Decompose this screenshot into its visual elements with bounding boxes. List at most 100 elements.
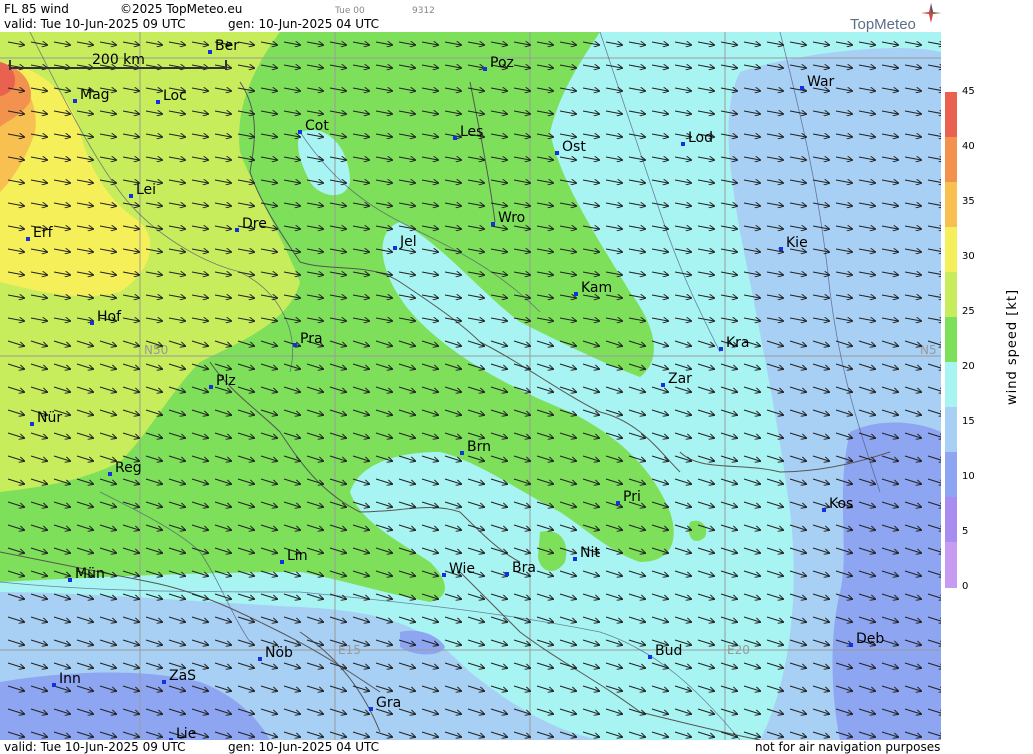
city-label: Kra	[726, 335, 750, 351]
city-label: Hof	[97, 309, 122, 325]
legend-tick-label: 5	[962, 526, 969, 537]
city-label: Brn	[467, 439, 491, 455]
city-label: Ost	[562, 139, 586, 155]
legend-tick-label: 25	[962, 306, 975, 317]
city-label: Wie	[449, 561, 475, 577]
color-bar-segment	[945, 542, 957, 588]
valid-time: valid: Tue 10-Jun-2025 09 UTC	[4, 17, 186, 31]
city-label: Lei	[136, 182, 156, 198]
footer-notice: not for air navigation purposes	[755, 740, 941, 754]
city-label: Zar	[668, 371, 692, 387]
footer-gen: gen: 10-Jun-2025 04 UTC	[228, 740, 380, 754]
city-label: Inn	[59, 671, 81, 687]
city-marker	[491, 222, 495, 226]
legend-title: wind speed [kt]	[1005, 288, 1020, 405]
city-label: Kos	[829, 496, 853, 512]
city-marker	[800, 86, 804, 90]
city-label: Dre	[242, 216, 267, 232]
legend-tick-label: 0	[962, 581, 969, 592]
city-label: Reg	[115, 460, 142, 476]
city-marker	[298, 130, 302, 134]
color-bar-segment	[945, 452, 957, 498]
grid-label-n5: N5	[920, 343, 937, 357]
city-marker	[483, 67, 487, 71]
frame-label: Tue 00	[335, 6, 365, 16]
city-marker	[73, 99, 77, 103]
wind-map[interactable]: N50 N5 E15 E20 200 km Ber Poz War Mag Loc Cot…	[0, 32, 941, 740]
city-marker	[505, 572, 509, 576]
city-marker	[779, 247, 783, 251]
color-bar-segment	[945, 182, 957, 228]
city-marker	[661, 383, 665, 387]
city-label: Gra	[376, 695, 401, 711]
city-marker	[90, 321, 94, 325]
city-label: Lod	[688, 130, 713, 146]
city-label: Deb	[856, 631, 884, 647]
city-label: War	[807, 74, 835, 90]
city-label: Lin	[287, 548, 308, 564]
footer-valid: valid: Tue 10-Jun-2025 09 UTC	[4, 740, 186, 754]
city-marker	[849, 643, 853, 647]
city-label: Nür	[37, 410, 62, 426]
city-marker	[162, 680, 166, 684]
city-marker	[453, 136, 457, 140]
city-label: Wro	[498, 210, 525, 226]
city-marker	[573, 557, 577, 561]
city-marker	[681, 142, 685, 146]
city-label: Poz	[490, 55, 514, 71]
city-marker	[369, 707, 373, 711]
city-marker	[460, 451, 464, 455]
city-label: Bra	[512, 560, 536, 576]
city-label: Nöb	[265, 645, 293, 661]
city-marker	[393, 246, 397, 250]
grid-label-e15: E15	[338, 643, 361, 657]
color-bar-segment	[945, 407, 957, 453]
color-bar-segment	[945, 92, 957, 138]
city-label: Mün	[75, 566, 105, 582]
topmeteo-logo: TopMeteo	[850, 16, 916, 33]
color-bar	[945, 92, 957, 588]
city-marker	[26, 237, 30, 241]
city-label: Bud	[655, 643, 682, 659]
product-title: FL 85 wind	[4, 2, 69, 16]
city-label: Ber	[215, 38, 239, 54]
color-bar-segment	[945, 137, 957, 183]
wind-field-svg: N50 N5 E15 E20 200 km Ber Poz War Mag Loc Cot…	[0, 32, 941, 740]
city-marker	[108, 472, 112, 476]
city-marker	[555, 151, 559, 155]
city-label: Lie	[176, 726, 196, 740]
city-marker	[52, 683, 56, 687]
city-label: Erf	[33, 225, 54, 241]
city-marker	[235, 228, 239, 232]
city-marker	[719, 347, 723, 351]
city-label: Mag	[80, 87, 110, 103]
city-label: Nit	[580, 545, 600, 561]
grid-label-n50: N50	[144, 343, 168, 357]
legend-tick-label: 10	[962, 471, 975, 482]
color-bar-segment	[945, 227, 957, 273]
city-label: Jel	[399, 234, 417, 250]
city-label: ZaS	[169, 668, 196, 684]
city-label: Pra	[300, 331, 323, 347]
city-label: Kam	[581, 280, 612, 296]
legend-tick-label: 35	[962, 196, 975, 207]
city-marker	[574, 292, 578, 296]
color-bar-segment	[945, 272, 957, 318]
band-5-10-east	[832, 422, 941, 740]
legend-tick-label: 20	[962, 361, 975, 372]
grid-label-e20: E20	[727, 643, 750, 657]
compass-star-icon	[921, 3, 941, 23]
city-marker	[30, 422, 34, 426]
city-marker	[156, 100, 160, 104]
legend-tick-label: 30	[962, 251, 975, 262]
city-marker	[822, 508, 826, 512]
city-marker	[442, 573, 446, 577]
city-marker	[616, 501, 620, 505]
gen-time: gen: 10-Jun-2025 04 UTC	[228, 17, 380, 31]
city-marker	[68, 578, 72, 582]
legend-tick-label: 15	[962, 416, 975, 427]
city-label: Pri	[623, 489, 641, 505]
city-marker	[209, 385, 213, 389]
scale-bar-label: 200 km	[92, 52, 145, 68]
city-marker	[280, 560, 284, 564]
